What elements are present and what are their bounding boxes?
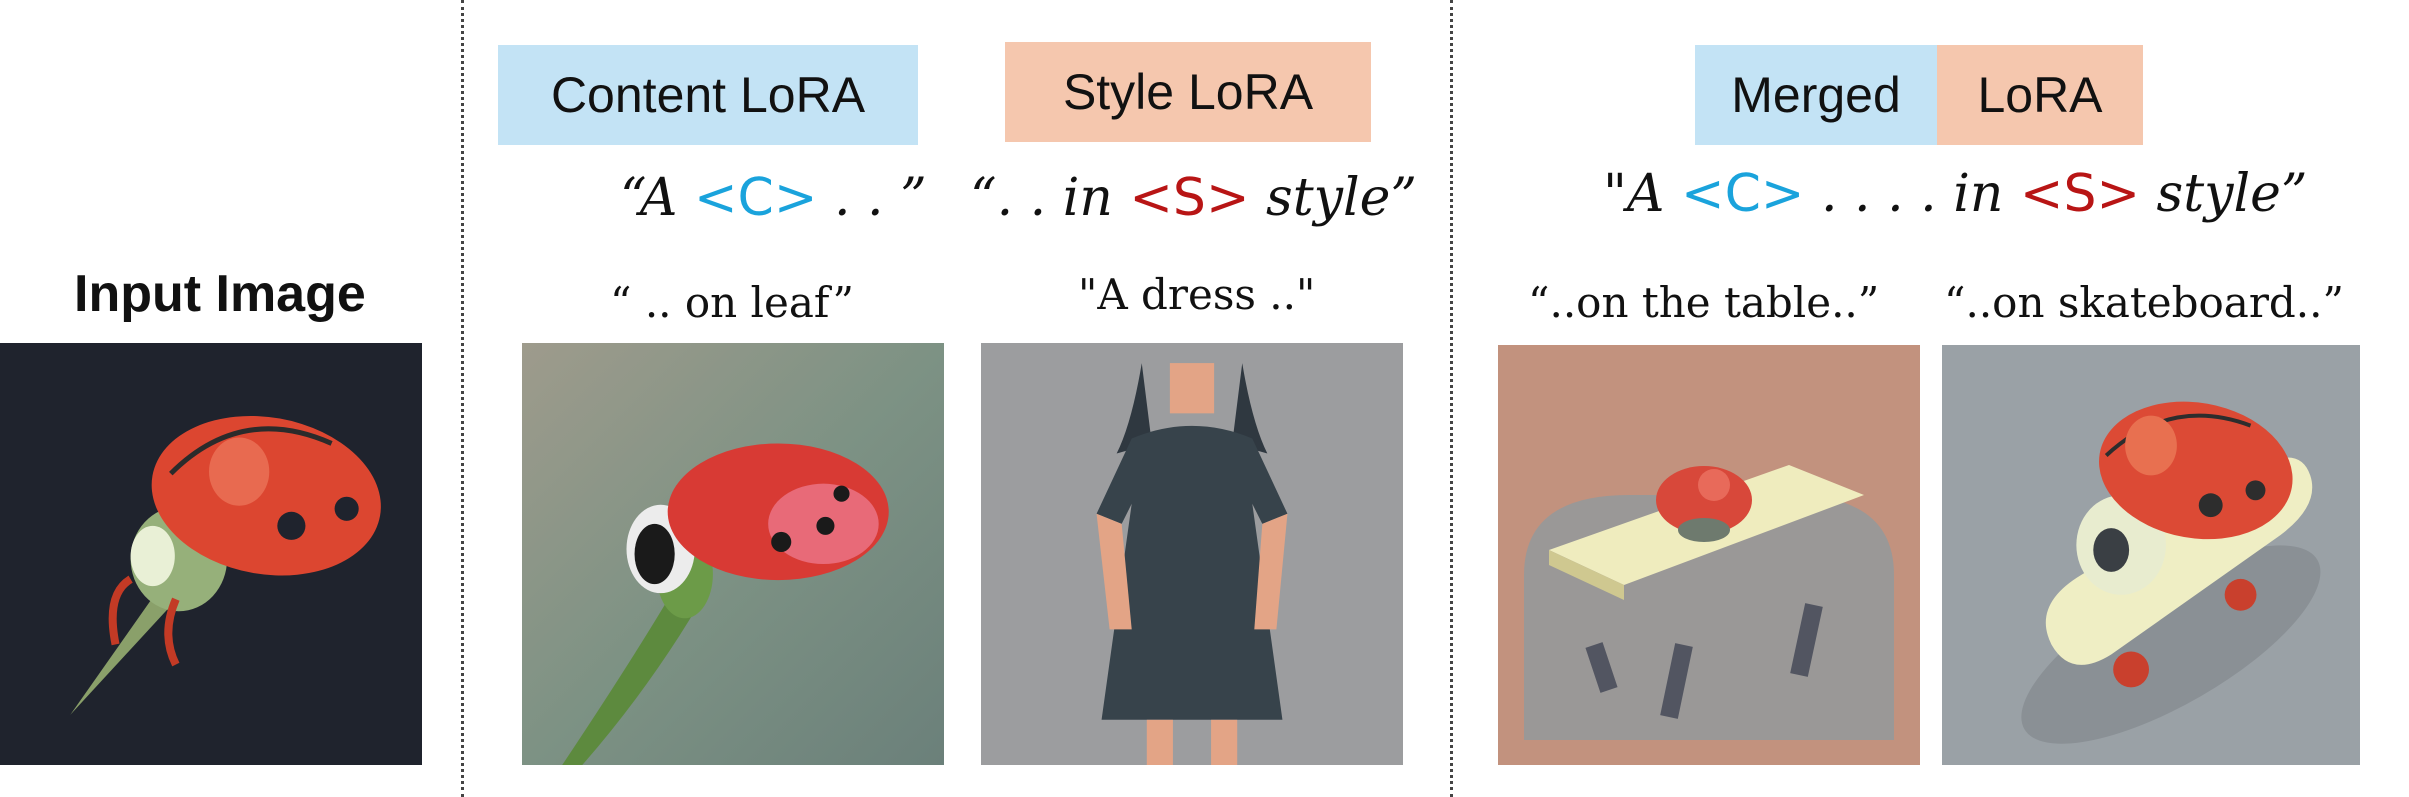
merged-table-image: [1498, 345, 1920, 765]
style-lora-label: Style LoRA: [1005, 42, 1371, 142]
input-image-title: Input Image: [74, 265, 366, 323]
prompt-text: . . . . in: [1804, 164, 2020, 224]
prompt-text: "A: [1603, 164, 1681, 224]
style-lora-prompt: “. . in <S> style”: [970, 168, 1417, 228]
prompt-text: “. . in: [970, 168, 1130, 228]
style-lora-image: [981, 343, 1403, 765]
divider-left: [461, 0, 464, 797]
style-lora-caption: "A dress ..": [1078, 270, 1316, 319]
prompt-text: “A: [620, 168, 694, 228]
ladybug-flat-illustration: [0, 343, 422, 765]
token-c: <C>: [693, 168, 818, 228]
ladybug-on-leaf-photo: [522, 343, 944, 765]
content-lora-label: Content LoRA: [498, 45, 918, 145]
content-lora-prompt: “A <C> . . ”: [620, 168, 927, 228]
merged-caption-skateboard: “..on skateboard..”: [1944, 278, 2344, 327]
lora-label: LoRA: [1937, 45, 2143, 145]
content-lora-image: [522, 343, 944, 765]
prompt-text: style”: [1249, 168, 1417, 228]
merged-label: Merged: [1695, 45, 1937, 145]
dress-flat-illustration: [981, 343, 1403, 765]
prompt-text: style”: [2140, 164, 2308, 224]
prompt-text: . . ”: [817, 168, 927, 228]
merged-caption-table: “..on the table..”: [1528, 278, 1880, 327]
merged-skateboard-image: [1942, 345, 2360, 765]
merged-prompt: "A <C> . . . . in <S> style”: [1603, 164, 2308, 224]
content-lora-caption: “ .. on leaf”: [610, 278, 855, 327]
token-s: <S>: [1129, 168, 1250, 228]
token-s: <S>: [2019, 164, 2141, 224]
input-image: [0, 343, 422, 765]
token-c: <C>: [1681, 164, 1805, 224]
ladybug-on-table-illustration: [1499, 345, 1919, 765]
ladybug-on-skateboard-illustration: [1942, 346, 2360, 764]
divider-right: [1450, 0, 1453, 797]
